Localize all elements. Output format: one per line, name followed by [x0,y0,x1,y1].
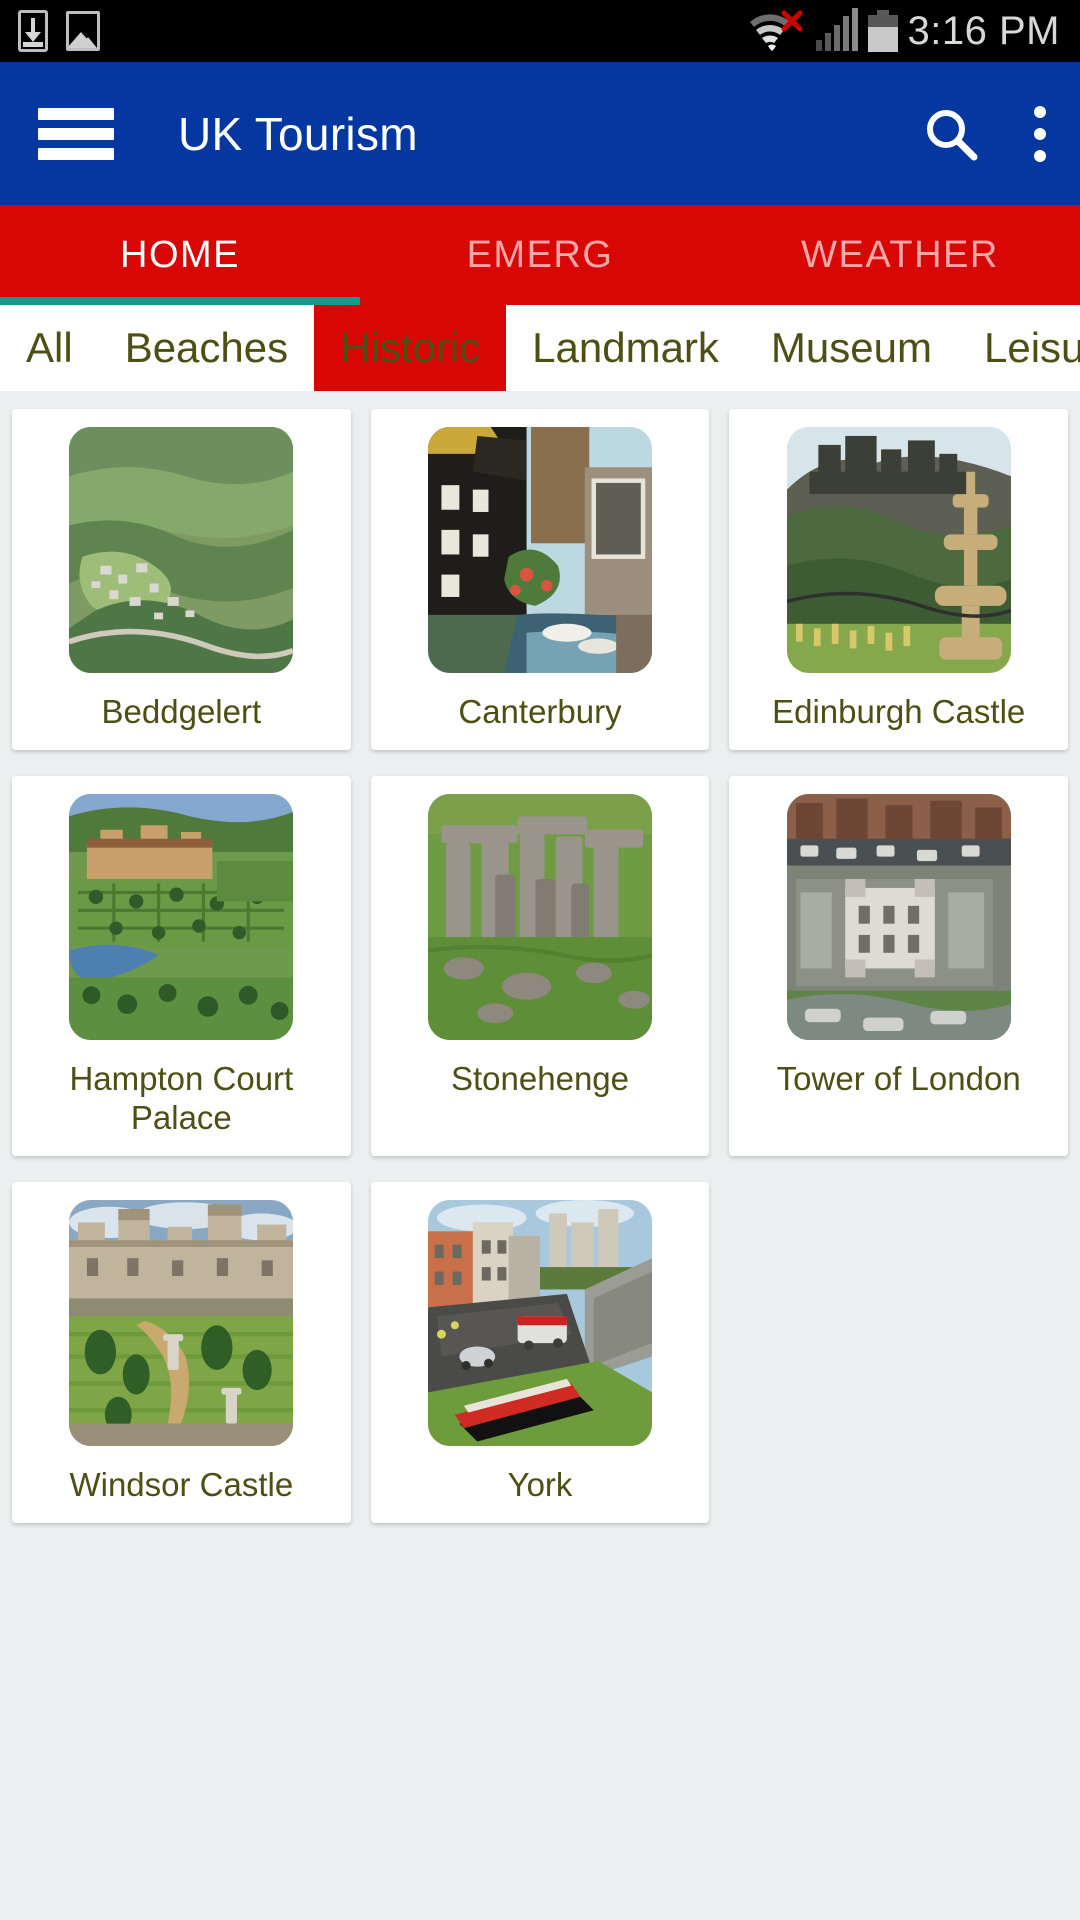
download-icon [18,10,48,52]
attraction-label: York [507,1465,573,1503]
attraction-label: Edinburgh Castle [772,693,1026,730]
category-chip-beaches[interactable]: Beaches [99,305,314,391]
grid-row: Hampton Court Palace Stonehenge Tower of… [12,775,1069,1156]
hamburger-icon[interactable] [38,107,114,160]
search-icon[interactable] [922,105,980,163]
attraction-label: Canterbury [458,693,622,730]
wifi-off-icon [746,9,804,53]
tab-indicator [0,297,360,305]
attraction-label: Windsor Castle [69,1465,294,1503]
castle-with-lawn-and-topiary-image [69,1199,294,1446]
attraction-label: Tower of London [776,1059,1021,1097]
primary-tab-bar: HOME EMERG WEATHER [0,205,1080,305]
grid-row: Windsor Castle York [12,1181,1068,1523]
aerial-view-green-valley-village-image [69,427,294,673]
app-bar: UK Tourism [0,62,1080,205]
category-chip-historic[interactable]: Historic [314,305,507,391]
status-bar-right-icons: 3:16 PM [746,0,1060,62]
status-bar-left-icons [18,10,100,52]
palace-with-formal-gardens-aerial-image [69,793,294,1040]
category-chip-leisure[interactable]: Leisure [958,305,1080,391]
grid-empty-slot [729,1182,1068,1523]
category-chip-museum[interactable]: Museum [745,305,958,391]
attraction-card[interactable]: Tower of London [729,775,1069,1156]
attraction-card[interactable]: York [370,1181,710,1523]
attraction-card[interactable]: Windsor Castle [12,1181,351,1523]
signal-icon [814,7,858,56]
attraction-card[interactable]: Edinburgh Castle [729,409,1069,750]
attraction-card[interactable]: Stonehenge [370,775,710,1156]
category-chip-all[interactable]: All [0,305,99,391]
category-chip-landmark[interactable]: Landmark [506,305,745,391]
attraction-label: Stonehenge [451,1059,630,1097]
app-bar-actions [922,105,1046,163]
status-bar-clock: 3:16 PM [907,8,1060,53]
attraction-card[interactable]: Beddgelert [12,409,351,750]
tower-of-london-aerial-image [786,793,1011,1040]
battery-icon [867,10,898,52]
standing-stones-on-grass-image [428,793,652,1040]
tab-home[interactable]: HOME [0,205,360,305]
attraction-grid: Beddgelert Canterbury Edinburgh Castle H… [0,391,1080,1920]
attraction-card[interactable]: Canterbury [370,409,710,750]
attraction-label: Hampton Court Palace [69,1059,294,1136]
more-vert-icon[interactable] [1034,105,1046,162]
image-icon [66,11,100,51]
category-chip-bar: All Beaches Historic Landmark Museum Lei… [0,305,1080,391]
city-street-with-wall-and-flowerbed-image [428,1199,652,1446]
status-bar: 3:16 PM [0,0,1080,62]
castle-on-rock-with-fountain-image [786,427,1011,673]
tab-emerg[interactable]: EMERG [360,205,720,305]
attraction-label: Beddgelert [101,693,262,730]
timber-framed-houses-river-image [428,427,652,673]
attraction-card[interactable]: Hampton Court Palace [12,775,351,1156]
tab-weather[interactable]: WEATHER [720,205,1080,305]
page-title: UK Tourism [178,107,418,160]
grid-row: Beddgelert Canterbury Edinburgh Castle [12,409,1069,750]
